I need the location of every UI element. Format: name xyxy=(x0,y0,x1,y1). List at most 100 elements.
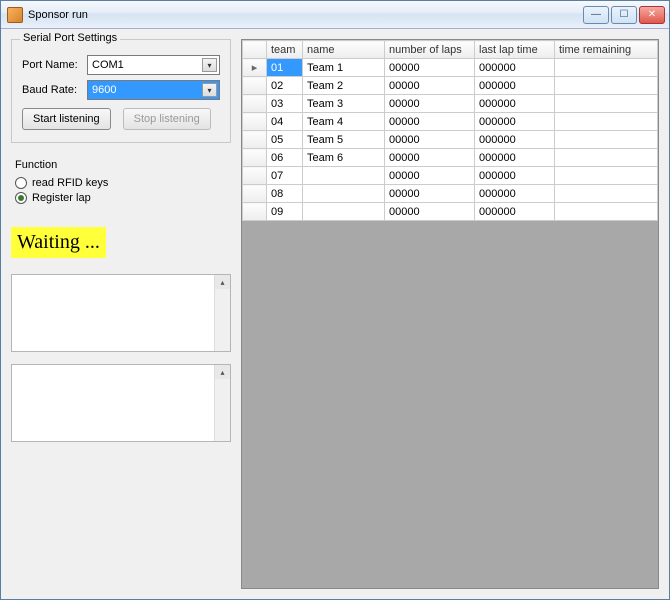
cell-last[interactable]: 000000 xyxy=(475,203,555,221)
maximize-button[interactable]: ☐ xyxy=(611,6,637,24)
cell-rem[interactable] xyxy=(555,95,658,113)
row-header[interactable] xyxy=(243,95,267,113)
baud-rate-value: 9600 xyxy=(92,84,116,96)
scrollbar[interactable]: ▴ xyxy=(214,365,230,441)
cell-rem[interactable] xyxy=(555,59,658,77)
table-row[interactable]: 06Team 600000000000 xyxy=(243,149,658,167)
cell-last[interactable]: 000000 xyxy=(475,95,555,113)
chevron-down-icon[interactable]: ▾ xyxy=(202,83,217,97)
cell-team[interactable]: 04 xyxy=(267,113,303,131)
port-name-value: COM1 xyxy=(92,59,124,71)
function-title: Function xyxy=(15,159,231,171)
serial-legend: Serial Port Settings xyxy=(20,32,120,44)
window-title: Sponsor run xyxy=(28,9,583,21)
cell-laps[interactable]: 00000 xyxy=(385,185,475,203)
cell-team[interactable]: 01 xyxy=(267,59,303,77)
log-textarea-1[interactable]: ▴ xyxy=(11,274,231,352)
cell-last[interactable]: 000000 xyxy=(475,113,555,131)
col-header-name[interactable]: name xyxy=(303,41,385,59)
row-header[interactable] xyxy=(243,167,267,185)
cell-team[interactable]: 05 xyxy=(267,131,303,149)
cell-last[interactable]: 000000 xyxy=(475,185,555,203)
cell-rem[interactable] xyxy=(555,77,658,95)
port-name-combo[interactable]: COM1 ▾ xyxy=(87,55,220,75)
log-textarea-2[interactable]: ▴ xyxy=(11,364,231,442)
table-row[interactable]: 03Team 300000000000 xyxy=(243,95,658,113)
cell-rem[interactable] xyxy=(555,113,658,131)
radio-icon xyxy=(15,192,27,204)
row-header[interactable] xyxy=(243,131,267,149)
table-row[interactable]: 08 00000000000 xyxy=(243,185,658,203)
cell-last[interactable]: 000000 xyxy=(475,167,555,185)
cell-name[interactable]: Team 1 xyxy=(303,59,385,77)
col-header-team[interactable]: team xyxy=(267,41,303,59)
col-header-rem[interactable]: time remaining xyxy=(555,41,658,59)
cell-name[interactable] xyxy=(303,185,385,203)
cell-last[interactable]: 000000 xyxy=(475,59,555,77)
cell-team[interactable]: 08 xyxy=(267,185,303,203)
cell-name[interactable]: Team 6 xyxy=(303,149,385,167)
table-row[interactable]: 02Team 200000000000 xyxy=(243,77,658,95)
radio-icon xyxy=(15,177,27,189)
cell-laps[interactable]: 00000 xyxy=(385,77,475,95)
cell-laps[interactable]: 00000 xyxy=(385,113,475,131)
row-header[interactable] xyxy=(243,185,267,203)
cell-team[interactable]: 06 xyxy=(267,149,303,167)
row-header[interactable] xyxy=(243,203,267,221)
table-row[interactable]: 05Team 500000000000 xyxy=(243,131,658,149)
cell-rem[interactable] xyxy=(555,167,658,185)
app-icon xyxy=(7,7,23,23)
cell-name[interactable] xyxy=(303,203,385,221)
radio-read-label: read RFID keys xyxy=(32,177,108,189)
row-header[interactable] xyxy=(243,113,267,131)
cell-laps[interactable]: 00000 xyxy=(385,95,475,113)
scroll-up-icon[interactable]: ▴ xyxy=(215,275,230,289)
cell-laps[interactable]: 00000 xyxy=(385,59,475,77)
cell-name[interactable]: Team 4 xyxy=(303,113,385,131)
row-header[interactable] xyxy=(243,149,267,167)
close-button[interactable]: ✕ xyxy=(639,6,665,24)
col-header-laps[interactable]: number of laps xyxy=(385,41,475,59)
col-header-last[interactable]: last lap time xyxy=(475,41,555,59)
radio-read-rfid[interactable]: read RFID keys xyxy=(15,177,231,189)
cell-rem[interactable] xyxy=(555,131,658,149)
scrollbar[interactable]: ▴ xyxy=(214,275,230,351)
titlebar[interactable]: Sponsor run — ☐ ✕ xyxy=(1,1,669,29)
cell-rem[interactable] xyxy=(555,185,658,203)
window-frame: Sponsor run — ☐ ✕ Serial Port Settings P… xyxy=(0,0,670,600)
radio-register-lap[interactable]: Register lap xyxy=(15,192,231,204)
cell-team[interactable]: 07 xyxy=(267,167,303,185)
cell-last[interactable]: 000000 xyxy=(475,149,555,167)
cell-team[interactable]: 03 xyxy=(267,95,303,113)
baud-rate-combo[interactable]: 9600 ▾ xyxy=(87,80,220,100)
cell-team[interactable]: 02 xyxy=(267,77,303,95)
cell-laps[interactable]: 00000 xyxy=(385,149,475,167)
scroll-up-icon[interactable]: ▴ xyxy=(215,365,230,379)
table-row[interactable]: 04Team 400000000000 xyxy=(243,113,658,131)
cell-rem[interactable] xyxy=(555,149,658,167)
table-row[interactable]: 09 00000000000 xyxy=(243,203,658,221)
grid-corner[interactable] xyxy=(243,41,267,59)
teams-grid[interactable]: team name number of laps last lap time t… xyxy=(242,40,658,221)
table-row[interactable]: 07 00000000000 xyxy=(243,167,658,185)
chevron-down-icon[interactable]: ▾ xyxy=(202,58,217,72)
cell-laps[interactable]: 00000 xyxy=(385,131,475,149)
cell-rem[interactable] xyxy=(555,203,658,221)
cell-team[interactable]: 09 xyxy=(267,203,303,221)
start-listening-button[interactable]: Start listening xyxy=(22,108,111,130)
cell-last[interactable]: 000000 xyxy=(475,131,555,149)
cell-laps[interactable]: 00000 xyxy=(385,203,475,221)
left-column: Serial Port Settings Port Name: COM1 ▾ B… xyxy=(11,39,231,589)
cell-last[interactable]: 000000 xyxy=(475,77,555,95)
table-row[interactable]: ▸01Team 100000000000 xyxy=(243,59,658,77)
cell-name[interactable]: Team 3 xyxy=(303,95,385,113)
serial-port-group: Serial Port Settings Port Name: COM1 ▾ B… xyxy=(11,39,231,143)
cell-name[interactable]: Team 5 xyxy=(303,131,385,149)
cell-name[interactable]: Team 2 xyxy=(303,77,385,95)
minimize-button[interactable]: — xyxy=(583,6,609,24)
baud-rate-label: Baud Rate: xyxy=(22,84,87,96)
row-header[interactable] xyxy=(243,77,267,95)
row-header[interactable]: ▸ xyxy=(243,59,267,77)
cell-name[interactable] xyxy=(303,167,385,185)
cell-laps[interactable]: 00000 xyxy=(385,167,475,185)
